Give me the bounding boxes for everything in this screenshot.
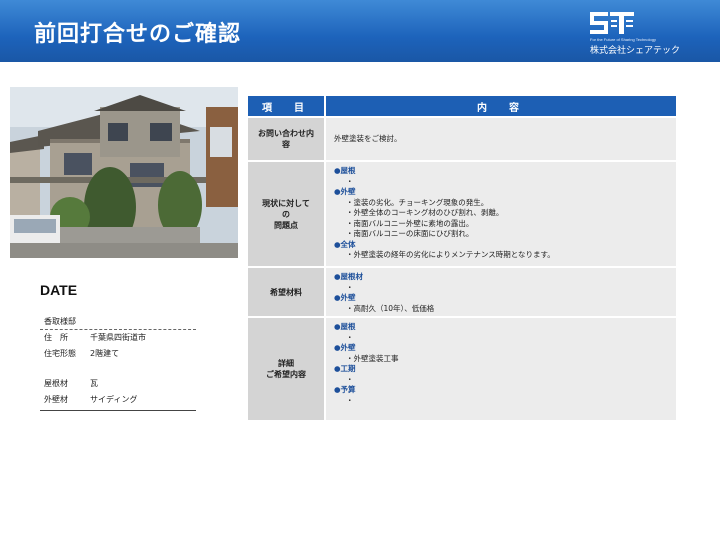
row-header-issues-line1: 現状に対して	[262, 198, 310, 208]
category-budget: ●予算	[334, 385, 356, 394]
divider	[40, 410, 196, 411]
list-item: ・	[346, 282, 354, 292]
list-item: ・外壁全体のコーキング材のひび割れ、剥離。	[346, 208, 504, 217]
category-roof: ●屋根	[334, 322, 356, 331]
table-header: 項 目 内 容	[248, 96, 676, 116]
list-item: ・外壁塗装工事	[346, 353, 399, 363]
list-item: ・南面バルコニー外壁に素地の露出。	[346, 218, 474, 228]
column-header-item: 項 目	[248, 96, 324, 116]
list-item: ・	[346, 332, 354, 342]
column-header-content: 内 容	[326, 96, 676, 116]
row-header-issues-line2: の	[281, 209, 290, 219]
table-row-inquiry: お問い合わせ内容 外壁塗装をご検討。	[248, 118, 676, 160]
category-wall: ●外壁	[334, 343, 356, 352]
address-label: 住 所	[44, 333, 68, 342]
table-row-issues: 現状に対して の 問題点 ●屋根 ・ ●外壁 ・塗装の劣化。チョーキング現象の発…	[248, 162, 676, 266]
wall-material-value: サイディング	[90, 395, 138, 404]
row-header-inquiry: お問い合わせ内容	[248, 118, 324, 160]
list-item: ・高耐久（10年）、低価格	[346, 303, 435, 313]
row-header-issues-line3: 問題点	[273, 220, 298, 230]
date-label: DATE	[40, 282, 78, 298]
info-row-roof: 屋根材 瓦	[40, 376, 196, 392]
row-body-details: ●屋根 ・ ●外壁 ・外壁塗装工事 ●工期 ・ ●予算 ・	[326, 318, 676, 420]
row-header-details-line1: 詳細	[278, 359, 294, 368]
list-item: ・南面バルコニーの床面にひび割れ。	[346, 229, 474, 238]
row-body-materials: ●屋根材 ・ ●外壁 ・高耐久（10年）、低価格	[326, 268, 676, 316]
header-bar: 前回打合せのご確認 For the Future of Sharing Tech…	[0, 0, 720, 62]
house-image	[10, 87, 238, 258]
page-title: 前回打合せのご確認	[34, 22, 242, 47]
row-header-details-line2: ご希望内容	[266, 370, 306, 379]
category-wall: ●外壁	[334, 187, 356, 196]
category-roof: ●屋根	[334, 166, 356, 175]
property-info: 香取様邸 住 所 千葉県四街道市 住宅形態 2階建て 屋根材 瓦 外壁材 サイデ…	[40, 316, 196, 411]
company-logo: For the Future of Sharing Technology 株式会…	[590, 10, 680, 56]
table-row-materials: 希望材料 ●屋根材 ・ ●外壁 ・高耐久（10年）、低価格	[248, 268, 676, 316]
roof-material-value: 瓦	[90, 379, 98, 388]
wall-material-label: 外壁材	[44, 395, 68, 404]
customer-name: 香取様邸	[40, 316, 196, 330]
row-body-inquiry: 外壁塗装をご検討。	[326, 118, 676, 160]
house-type-value: 2階建て	[90, 349, 120, 358]
category-period: ●工期	[334, 364, 356, 373]
meeting-table: 項 目 内 容 お問い合わせ内容 外壁塗装をご検討。 現状に対して の 問題点 …	[248, 96, 676, 420]
house-type-label: 住宅形態	[44, 349, 76, 358]
info-row-wall: 外壁材 サイディング	[40, 392, 196, 408]
list-item: ・	[346, 374, 354, 384]
row-header-issues: 現状に対して の 問題点	[248, 162, 324, 266]
company-name: 株式会社シェアテック	[590, 46, 681, 56]
category-roof-material: ●屋根材	[334, 272, 364, 281]
category-overall: ●全体	[334, 239, 356, 249]
house-photo	[10, 87, 238, 258]
category-wall: ●外壁	[334, 293, 356, 302]
row-body-issues: ●屋根 ・ ●外壁 ・塗装の劣化。チョーキング現象の発生。 ・外壁全体のコーキン…	[326, 162, 676, 266]
roof-material-label: 屋根材	[44, 379, 68, 388]
row-header-details: 詳細 ご希望内容	[248, 318, 324, 420]
logo-tagline: For the Future of Sharing Technology	[590, 37, 656, 42]
inquiry-text: 外壁塗装をご検討。	[334, 133, 402, 143]
info-row-type: 住宅形態 2階建て	[40, 346, 196, 362]
list-item: ・外壁塗装の経年の劣化によりメンテナンス時期となります。	[346, 250, 555, 259]
list-item: ・塗装の劣化。チョーキング現象の発生。	[346, 197, 489, 207]
row-header-inquiry-text: お問い合わせ内容	[258, 129, 314, 149]
table-row-details: 詳細 ご希望内容 ●屋根 ・ ●外壁 ・外壁塗装工事 ●工期 ・ ●予算 ・	[248, 318, 676, 420]
address-value: 千葉県四街道市	[90, 333, 146, 342]
list-item: ・	[346, 395, 354, 405]
info-row-address: 住 所 千葉県四街道市	[40, 330, 196, 346]
list-item: ・	[346, 176, 354, 186]
row-header-materials: 希望材料	[248, 268, 324, 316]
st-logo-icon	[590, 12, 634, 34]
